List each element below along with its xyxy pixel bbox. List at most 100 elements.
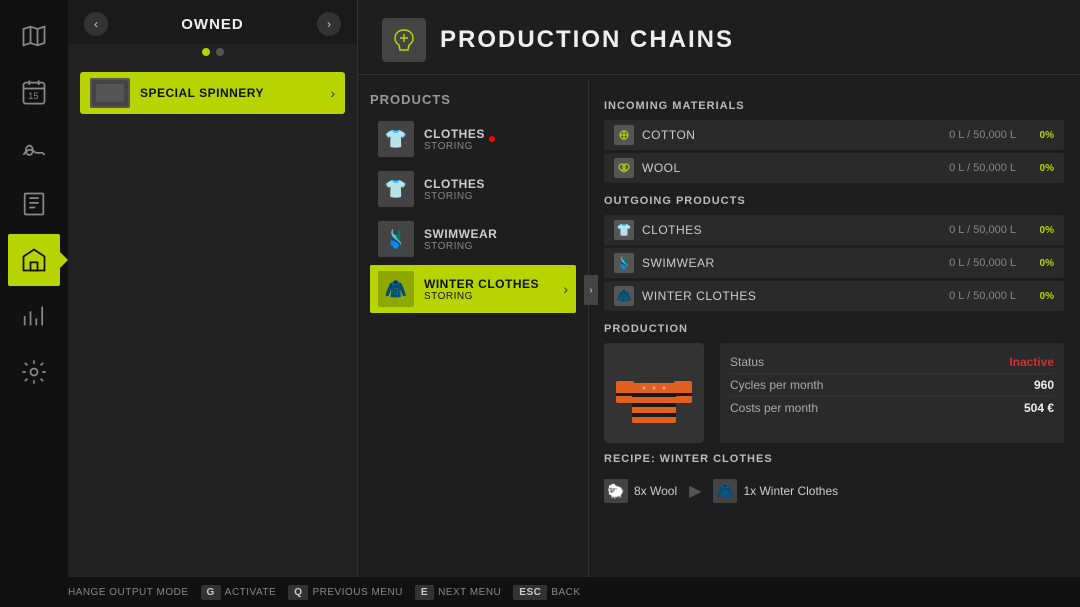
cotton-pct: 0%: [1026, 130, 1054, 141]
spinnery-arrow-icon: ›: [330, 85, 335, 101]
product-name-swimwear: SWIMWEAR: [424, 227, 497, 241]
recipe-label: RECIPE: WINTER CLOTHES: [604, 453, 1064, 465]
kb-e-label: NEXT MENU: [438, 587, 501, 598]
sidebar: 15: [0, 0, 68, 607]
spinnery-item[interactable]: SPECIAL SPINNERY ›: [80, 72, 345, 114]
status-val: Inactive: [1009, 355, 1054, 369]
recipe-arrow-icon: ▶: [689, 481, 701, 501]
product-thumb-clothes-1: 👕: [378, 121, 414, 157]
outgoing-swimwear-pct: 0%: [1026, 258, 1054, 269]
outgoing-clothes: 👕 CLOTHES 0 L / 50,000 L 0%: [604, 215, 1064, 245]
outgoing-products-label: OUTGOING PRODUCTS: [604, 195, 1064, 207]
recipe-row: 🐑 8x Wool ▶ 🧥 1x Winter Clothes: [604, 473, 1064, 509]
costs-val: 504 €: [1024, 401, 1054, 415]
product-arrow-icon: ›: [563, 281, 568, 297]
wool-icon: [614, 158, 634, 178]
recipe-ingredient: 🐑 8x Wool: [604, 479, 677, 503]
status-key: Status: [730, 355, 764, 369]
outgoing-clothes-name: CLOTHES: [642, 223, 949, 237]
products-panel: PRODUCTS 👕 CLOTHES STORING 👕 CLOTHES STO…: [358, 80, 588, 580]
svg-text:15: 15: [28, 91, 38, 101]
owned-header: ‹ OWNED ›: [68, 0, 357, 44]
outgoing-clothes-icon: 👕: [614, 220, 634, 240]
kb-esc-label: BACK: [551, 587, 580, 598]
products-label: PRODUCTS: [370, 92, 576, 107]
sweater-image: [604, 343, 704, 443]
outgoing-winter-pct: 0%: [1026, 291, 1054, 302]
production-chains-icon: [382, 18, 426, 62]
production-stats: Status Inactive Cycles per month 960 Cos…: [720, 343, 1064, 443]
production-chains-title: PRODUCTION CHAINS: [440, 26, 734, 54]
cotton-name: COTTON: [642, 128, 949, 142]
sidebar-item-chart[interactable]: [8, 290, 60, 342]
stat-status: Status Inactive: [730, 351, 1054, 374]
outgoing-swimwear-amount: 0 L / 50,000 L: [949, 257, 1016, 269]
sidebar-item-map[interactable]: [8, 10, 60, 62]
wool-amount: 0 L / 50,000 L: [949, 162, 1016, 174]
ingredient-qty: 8x Wool: [634, 484, 677, 498]
production-label: PRODUCTION: [604, 323, 1064, 335]
kb-esc-key: ESC: [513, 585, 547, 600]
kb-g-label: ACTIVATE: [225, 587, 276, 598]
owned-title: OWNED: [181, 16, 244, 33]
product-sub-winter-clothes: STORING: [424, 291, 539, 302]
cotton-icon: [614, 125, 634, 145]
recipe-section: RECIPE: WINTER CLOTHES 🐑 8x Wool ▶ 🧥 1x …: [604, 453, 1064, 509]
product-thumb-clothes-2: 👕: [378, 171, 414, 207]
right-panel: INCOMING MATERIALS COTTON 0 L / 50,000 L…: [588, 80, 1080, 580]
bottom-bar: SPACE CHANGE OUTPUT MODE G ACTIVATE Q PR…: [0, 577, 1080, 607]
product-thumb-winter-clothes: 🧥: [378, 271, 414, 307]
product-item-clothes-1[interactable]: 👕 CLOTHES STORING: [370, 115, 576, 163]
sidebar-item-farm[interactable]: [8, 122, 60, 174]
winter-clothes-recipe-icon: 🧥: [713, 479, 737, 503]
kb-space-label: CHANGE OUTPUT MODE: [60, 587, 188, 598]
outgoing-swimwear: 🩱 SWIMWEAR 0 L / 50,000 L 0%: [604, 248, 1064, 278]
scroll-arrow[interactable]: ›: [584, 275, 598, 305]
material-wool: WOOL 0 L / 50,000 L 0%: [604, 153, 1064, 183]
product-sub-clothes-1: STORING: [424, 141, 485, 152]
main-content: PRODUCTION CHAINS PRODUCTS 👕 CLOTHES STO…: [358, 0, 1080, 580]
spinnery-name: SPECIAL SPINNERY: [140, 86, 264, 100]
product-name-clothes-2: CLOTHES: [424, 177, 485, 191]
product-item-winter-clothes[interactable]: 🧥 WINTER CLOTHES STORING ›: [370, 265, 576, 313]
outgoing-winter-amount: 0 L / 50,000 L: [949, 290, 1016, 302]
recipe-output: 🧥 1x Winter Clothes: [713, 479, 838, 503]
wool-recipe-icon: 🐑: [604, 479, 628, 503]
owned-panel: ‹ OWNED › SPECIAL SPINNERY ›: [68, 0, 358, 607]
outgoing-winter-name: WINTER CLOTHES: [642, 289, 949, 303]
production-chains-header: PRODUCTION CHAINS: [358, 0, 1080, 75]
owned-prev-btn[interactable]: ‹: [84, 12, 108, 36]
wool-pct: 0%: [1026, 163, 1054, 174]
cycles-val: 960: [1034, 378, 1054, 392]
stat-costs: Costs per month 504 €: [730, 397, 1054, 419]
outgoing-clothes-amount: 0 L / 50,000 L: [949, 224, 1016, 236]
sidebar-item-settings[interactable]: [8, 346, 60, 398]
sidebar-item-notes[interactable]: [8, 178, 60, 230]
product-name-clothes-1: CLOTHES: [424, 127, 485, 141]
production-area: Status Inactive Cycles per month 960 Cos…: [604, 343, 1064, 443]
owned-next-btn[interactable]: ›: [317, 12, 341, 36]
product-sub-swimwear: STORING: [424, 241, 497, 252]
kb-q-label: PREVIOUS MENU: [312, 587, 402, 598]
product-sub-clothes-2: STORING: [424, 191, 485, 202]
outgoing-winter-clothes: 🧥 WINTER CLOTHES 0 L / 50,000 L 0%: [604, 281, 1064, 311]
kb-g: G ACTIVATE: [201, 585, 285, 600]
wool-name: WOOL: [642, 161, 949, 175]
output-qty: 1x Winter Clothes: [743, 484, 838, 498]
sidebar-item-building[interactable]: [8, 234, 60, 286]
red-dot-1: [489, 136, 495, 142]
product-item-clothes-2[interactable]: 👕 CLOTHES STORING: [370, 165, 576, 213]
cotton-amount: 0 L / 50,000 L: [949, 129, 1016, 141]
kb-q-key: Q: [288, 585, 308, 600]
outgoing-clothes-pct: 0%: [1026, 225, 1054, 236]
product-item-swimwear[interactable]: 🩱 SWIMWEAR STORING: [370, 215, 576, 263]
kb-e: E NEXT MENU: [415, 585, 509, 600]
product-name-winter-clothes: WINTER CLOTHES: [424, 277, 539, 291]
dot-2: [216, 48, 224, 56]
sidebar-item-calendar[interactable]: 15: [8, 66, 60, 118]
outgoing-swimwear-icon: 🩱: [614, 253, 634, 273]
kb-g-key: G: [201, 585, 221, 600]
outgoing-swimwear-name: SWIMWEAR: [642, 256, 949, 270]
spinnery-thumb: [90, 78, 130, 108]
dot-1: [202, 48, 210, 56]
